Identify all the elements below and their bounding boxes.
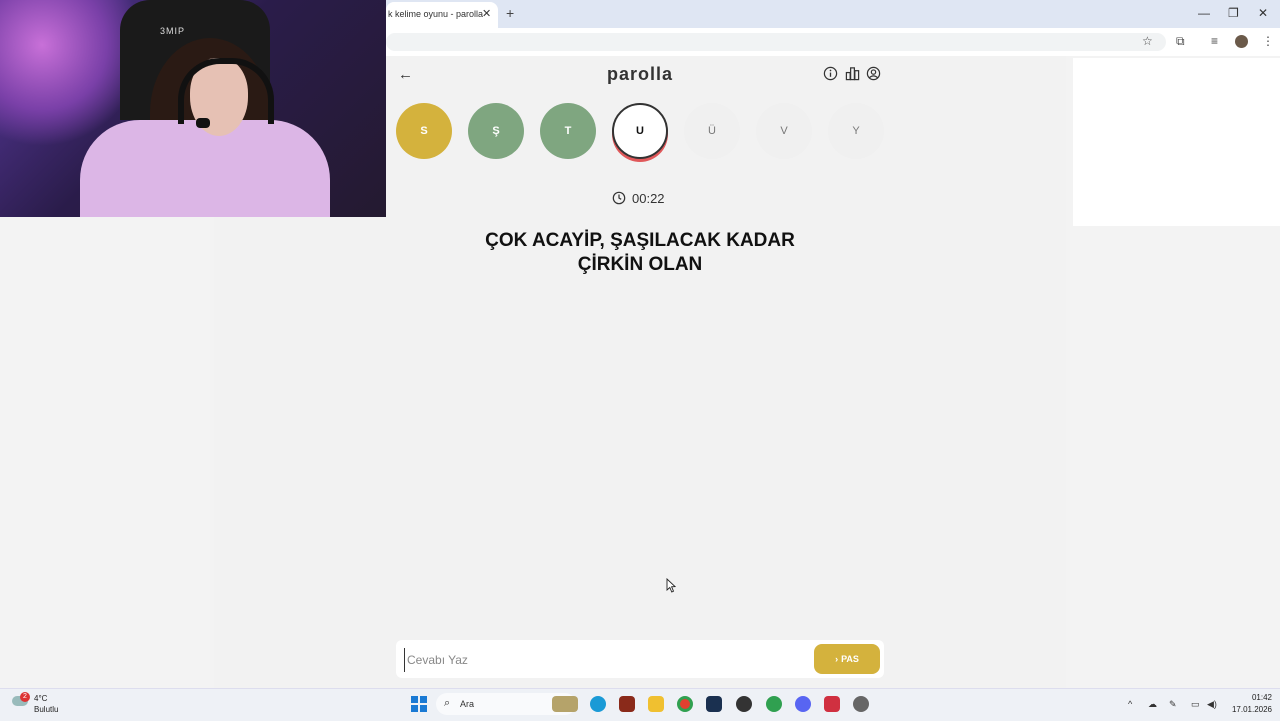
answer-bar: › PAS: [396, 640, 884, 678]
headset-icon: [178, 58, 274, 124]
mouse-cursor-icon: [666, 578, 676, 593]
minimize-button[interactable]: —: [1198, 6, 1210, 20]
address-bar[interactable]: [386, 33, 1166, 51]
clock-date[interactable]: 17.01.2026: [1222, 705, 1272, 714]
timer: 00:22: [600, 190, 680, 208]
edge-icon[interactable]: [590, 696, 606, 712]
tab-title: k kelime oyunu - parolla: [388, 9, 484, 19]
app-red-icon[interactable]: [824, 696, 840, 712]
tab-close-icon[interactable]: ✕: [482, 7, 491, 20]
cloud-off-icon[interactable]: ☁: [1148, 699, 1157, 710]
search-icon: ⌕: [444, 697, 451, 709]
back-button[interactable]: ←: [398, 66, 413, 83]
game-app-icon[interactable]: [619, 696, 635, 712]
extensions-icon[interactable]: ⧉: [1176, 34, 1185, 49]
chrome-icon[interactable]: [677, 696, 693, 712]
tray-chevron-up-icon[interactable]: ^: [1128, 699, 1132, 709]
letter-bubble-s: S: [396, 103, 452, 159]
bookmark-star-icon[interactable]: ☆: [1142, 34, 1153, 48]
side-panel: [1073, 58, 1280, 226]
weather-temperature[interactable]: 4°C: [34, 694, 47, 703]
taskbar: [0, 688, 1280, 721]
close-window-button[interactable]: ✕: [1258, 6, 1268, 20]
browser-tab[interactable]: k kelime oyunu - parolla ✕: [386, 2, 498, 28]
volume-icon[interactable]: ◀): [1207, 699, 1217, 710]
letter-bubble-t: T: [540, 103, 596, 159]
letter-bubble-y: Y: [828, 103, 884, 159]
info-icon[interactable]: [823, 66, 838, 81]
answer-input[interactable]: [404, 648, 799, 672]
weather-description[interactable]: Bulutlu: [34, 705, 58, 714]
restore-button[interactable]: ❐: [1228, 6, 1239, 20]
settings-icon[interactable]: [853, 696, 869, 712]
pass-label: PAS: [841, 654, 859, 664]
webcam-body: [80, 120, 330, 217]
media-icon[interactable]: ≡: [1211, 34, 1218, 48]
chair-logo: 3MIP: [160, 26, 186, 36]
chrome-profile-icon[interactable]: [766, 696, 782, 712]
pass-button[interactable]: › PAS: [814, 644, 880, 674]
menu-icon[interactable]: ⋮: [1262, 34, 1274, 48]
letter-bubble-ue: Ü: [684, 103, 740, 159]
taskbar-search-placeholder: Ara: [460, 699, 475, 709]
timer-value: 00:22: [632, 191, 665, 206]
letter-bubble-u-active: U: [612, 103, 668, 159]
webcam-overlay: 3MIP: [0, 0, 386, 217]
chevron-right-icon: ›: [835, 654, 839, 664]
stats-icon[interactable]: [845, 66, 860, 81]
question-line-2: ÇİRKİN OLAN: [577, 254, 703, 275]
windows-start-icon[interactable]: [411, 696, 427, 712]
letter-bubble-v: V: [756, 103, 812, 159]
discord-icon[interactable]: [795, 696, 811, 712]
file-explorer-icon[interactable]: [648, 696, 664, 712]
new-tab-button[interactable]: +: [506, 5, 514, 21]
user-icon[interactable]: [866, 66, 881, 81]
display-icon[interactable]: ▭: [1191, 699, 1200, 710]
weather-badge: 2: [20, 692, 30, 702]
clock-time[interactable]: 01:42: [1232, 693, 1272, 702]
app-icon[interactable]: [736, 696, 752, 712]
microphone-icon: [196, 118, 210, 128]
pen-icon[interactable]: ✎: [1169, 699, 1177, 710]
letter-bubble-sh: Ş: [468, 103, 524, 159]
widget-icon[interactable]: [552, 696, 578, 712]
profile-avatar[interactable]: [1235, 35, 1248, 48]
clock-icon: [612, 191, 626, 205]
question-text: ÇOK ACAYİP, ŞAŞILACAK KADAR ÇİRKİN OLAN: [440, 229, 840, 277]
page-title: parolla: [606, 64, 674, 84]
question-line-1: ÇOK ACAYİP, ŞAŞILACAK KADAR: [485, 230, 795, 251]
steam-icon[interactable]: [706, 696, 722, 712]
